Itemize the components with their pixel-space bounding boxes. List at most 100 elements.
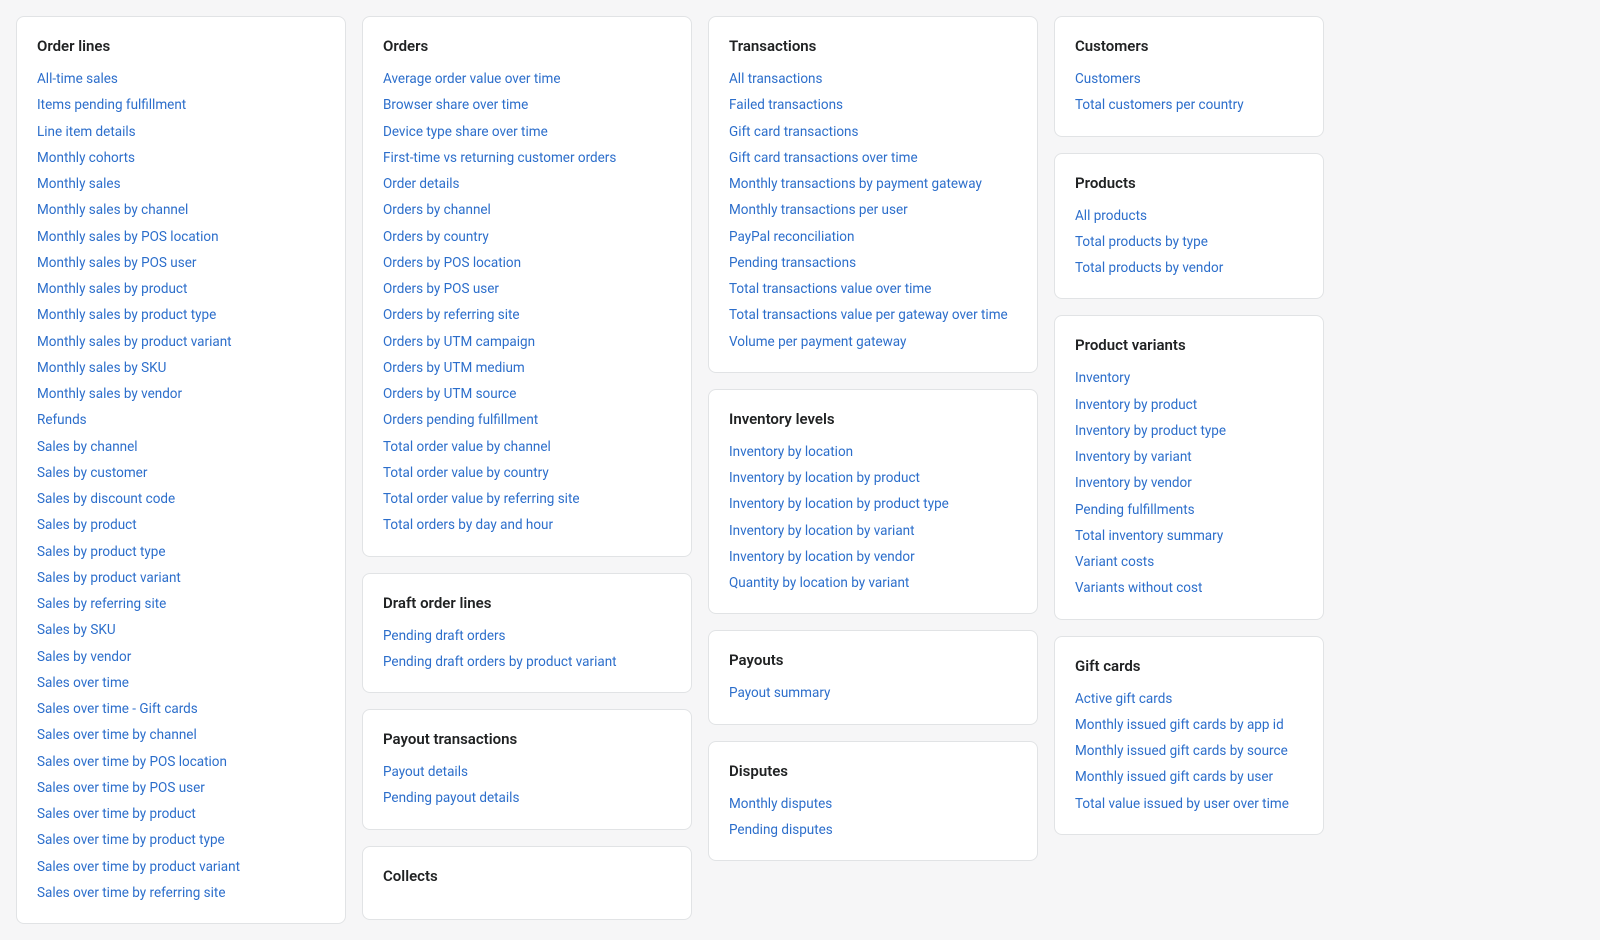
link-item[interactable]: Sales by channel	[37, 437, 325, 457]
page-container: Order linesAll-time salesItems pending f…	[0, 0, 1600, 940]
link-item[interactable]: Inventory by product type	[1075, 421, 1303, 441]
link-item[interactable]: Monthly transactions by payment gateway	[729, 174, 1017, 194]
link-item[interactable]: Line item details	[37, 122, 325, 142]
link-item[interactable]: Monthly sales by SKU	[37, 358, 325, 378]
link-item[interactable]: Inventory by variant	[1075, 447, 1303, 467]
link-item[interactable]: Items pending fulfillment	[37, 95, 325, 115]
link-item[interactable]: Sales by product variant	[37, 568, 325, 588]
link-item[interactable]: Order details	[383, 174, 671, 194]
link-item[interactable]: Total orders by day and hour	[383, 515, 671, 535]
link-item[interactable]: Sales by SKU	[37, 620, 325, 640]
link-item[interactable]: Monthly disputes	[729, 794, 1017, 814]
link-item[interactable]: Average order value over time	[383, 69, 671, 89]
link-item[interactable]: All products	[1075, 206, 1303, 226]
link-item[interactable]: Volume per payment gateway	[729, 332, 1017, 352]
link-item[interactable]: Quantity by location by variant	[729, 573, 1017, 593]
link-item[interactable]: Inventory by vendor	[1075, 473, 1303, 493]
link-item[interactable]: Orders pending fulfillment	[383, 410, 671, 430]
link-item[interactable]: All-time sales	[37, 69, 325, 89]
link-item[interactable]: Total products by vendor	[1075, 258, 1303, 278]
section-title-customers-col-2: Product variants	[1075, 336, 1303, 354]
card-transactions-col-0: TransactionsAll transactionsFailed trans…	[708, 16, 1038, 373]
link-item[interactable]: Inventory by location by product	[729, 468, 1017, 488]
link-item[interactable]: Total order value by referring site	[383, 489, 671, 509]
link-item[interactable]: Inventory by location	[729, 442, 1017, 462]
link-item[interactable]: Pending fulfillments	[1075, 500, 1303, 520]
link-item[interactable]: Sales over time by product	[37, 804, 325, 824]
link-item[interactable]: Sales by vendor	[37, 647, 325, 667]
link-item[interactable]: Monthly transactions per user	[729, 200, 1017, 220]
link-item[interactable]: Orders by referring site	[383, 305, 671, 325]
link-item[interactable]: Total products by type	[1075, 232, 1303, 252]
link-item[interactable]: Sales by product	[37, 515, 325, 535]
link-item[interactable]: Monthly sales by POS location	[37, 227, 325, 247]
link-item[interactable]: Sales over time - Gift cards	[37, 699, 325, 719]
link-item[interactable]: Total transactions value over time	[729, 279, 1017, 299]
link-item[interactable]: Variants without cost	[1075, 578, 1303, 598]
link-item[interactable]: Orders by POS location	[383, 253, 671, 273]
link-item[interactable]: Pending payout details	[383, 788, 671, 808]
link-item[interactable]: Failed transactions	[729, 95, 1017, 115]
link-item[interactable]: Pending draft orders	[383, 626, 671, 646]
link-item[interactable]: Pending transactions	[729, 253, 1017, 273]
link-item[interactable]: Orders by UTM medium	[383, 358, 671, 378]
link-item[interactable]: Orders by country	[383, 227, 671, 247]
link-item[interactable]: Monthly issued gift cards by user	[1075, 767, 1303, 787]
link-item[interactable]: Inventory by location by product type	[729, 494, 1017, 514]
link-item[interactable]: Pending disputes	[729, 820, 1017, 840]
link-item[interactable]: Monthly sales by product type	[37, 305, 325, 325]
link-item[interactable]: Inventory by product	[1075, 395, 1303, 415]
link-item[interactable]: Monthly sales by POS user	[37, 253, 325, 273]
link-item[interactable]: Inventory by location by vendor	[729, 547, 1017, 567]
link-item[interactable]: Gift card transactions	[729, 122, 1017, 142]
link-item[interactable]: Active gift cards	[1075, 689, 1303, 709]
link-item[interactable]: Monthly sales by vendor	[37, 384, 325, 404]
card-customers-col-0: CustomersCustomersTotal customers per co…	[1054, 16, 1324, 137]
link-item[interactable]: Inventory by location by variant	[729, 521, 1017, 541]
link-item[interactable]: PayPal reconciliation	[729, 227, 1017, 247]
link-item[interactable]: Sales over time by channel	[37, 725, 325, 745]
link-item[interactable]: All transactions	[729, 69, 1017, 89]
section-title-orders-col-0: Orders	[383, 37, 671, 55]
link-item[interactable]: Total order value by channel	[383, 437, 671, 457]
link-item[interactable]: Total order value by country	[383, 463, 671, 483]
link-item[interactable]: Monthly sales by product	[37, 279, 325, 299]
link-item[interactable]: Sales by product type	[37, 542, 325, 562]
link-item[interactable]: Refunds	[37, 410, 325, 430]
link-item[interactable]: Orders by UTM source	[383, 384, 671, 404]
link-item[interactable]: Sales by referring site	[37, 594, 325, 614]
link-item[interactable]: Total inventory summary	[1075, 526, 1303, 546]
link-item[interactable]: Orders by POS user	[383, 279, 671, 299]
link-item[interactable]: Monthly sales by channel	[37, 200, 325, 220]
link-item[interactable]: Monthly sales by product variant	[37, 332, 325, 352]
link-item[interactable]: Orders by UTM campaign	[383, 332, 671, 352]
link-item[interactable]: Sales by discount code	[37, 489, 325, 509]
link-item[interactable]: Monthly issued gift cards by source	[1075, 741, 1303, 761]
link-item[interactable]: Monthly cohorts	[37, 148, 325, 168]
link-item[interactable]: Pending draft orders by product variant	[383, 652, 671, 672]
link-item[interactable]: Orders by channel	[383, 200, 671, 220]
link-item[interactable]: Payout summary	[729, 683, 1017, 703]
link-item[interactable]: Device type share over time	[383, 122, 671, 142]
link-item[interactable]: Gift card transactions over time	[729, 148, 1017, 168]
card-customers-col-1: ProductsAll productsTotal products by ty…	[1054, 153, 1324, 300]
link-item[interactable]: Sales by customer	[37, 463, 325, 483]
link-item[interactable]: Payout details	[383, 762, 671, 782]
link-item[interactable]: Sales over time by product variant	[37, 857, 325, 877]
link-item[interactable]: Monthly issued gift cards by app id	[1075, 715, 1303, 735]
link-item[interactable]: First-time vs returning customer orders	[383, 148, 671, 168]
link-item[interactable]: Sales over time by POS location	[37, 752, 325, 772]
link-item[interactable]: Total transactions value per gateway ove…	[729, 305, 1017, 325]
link-item[interactable]: Variant costs	[1075, 552, 1303, 572]
link-item[interactable]: Browser share over time	[383, 95, 671, 115]
link-item[interactable]: Sales over time	[37, 673, 325, 693]
card-orders-col-2: Payout transactionsPayout detailsPending…	[362, 709, 692, 830]
link-item[interactable]: Sales over time by product type	[37, 830, 325, 850]
link-item[interactable]: Total customers per country	[1075, 95, 1303, 115]
link-item[interactable]: Inventory	[1075, 368, 1303, 388]
link-item[interactable]: Customers	[1075, 69, 1303, 89]
link-list-transactions-col-1: Inventory by location Inventory by locati…	[729, 442, 1017, 594]
link-item[interactable]: Monthly sales	[37, 174, 325, 194]
link-item[interactable]: Sales over time by POS user	[37, 778, 325, 798]
link-item[interactable]: Total value issued by user over time	[1075, 794, 1303, 814]
